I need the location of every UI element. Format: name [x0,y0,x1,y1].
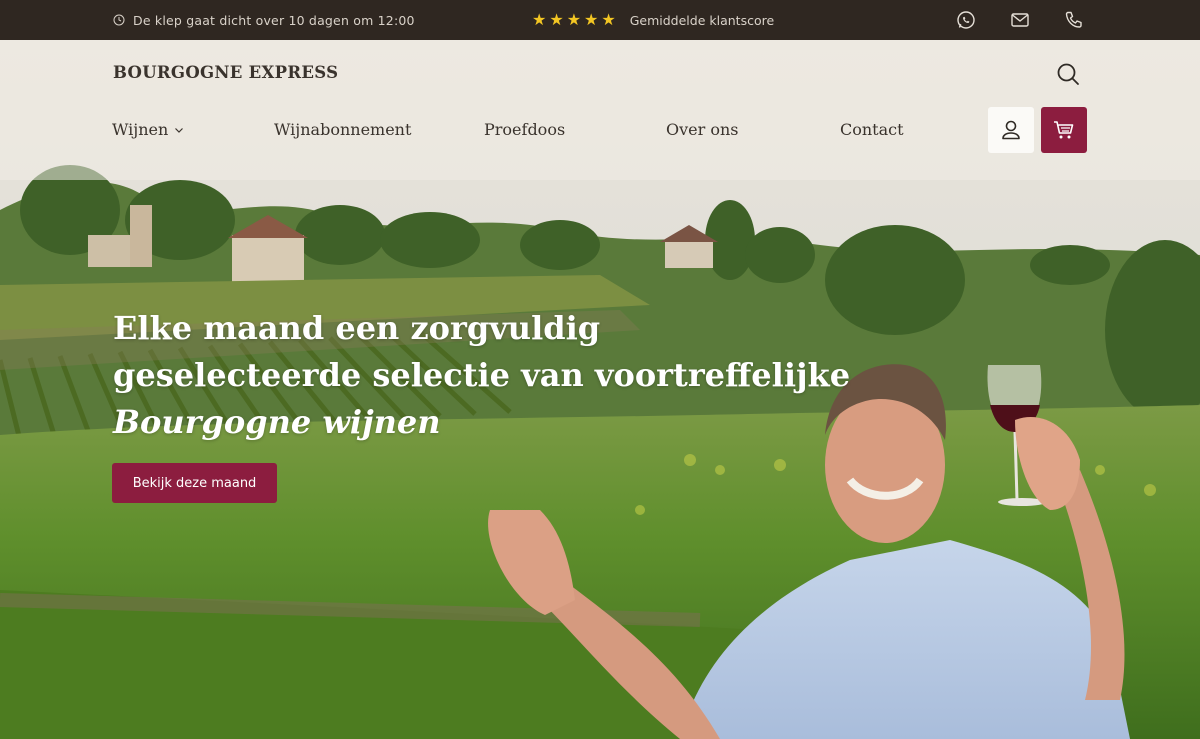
star-icon: ★ [566,10,582,29]
mail-icon[interactable] [1009,9,1031,31]
search-icon[interactable] [1055,61,1081,87]
nav-item-label: Wijnen [112,120,169,139]
rating-stars: ★ ★ ★ ★ ★ [532,12,616,28]
star-icon: ★ [584,10,599,29]
rating-label: Gemiddelde klantscore [629,12,775,28]
nav-item-label: Over ons [666,120,739,139]
nav-item-wijnabonnement[interactable]: Wijnabonnement [274,120,411,139]
top-bar: De klep gaat dicht over 10 dagen om 12:0… [0,0,1200,40]
account-button[interactable] [988,107,1034,153]
cart-icon [1054,121,1074,139]
hero-headline: Elke maand een zorgvuldig geselecteerde … [113,305,851,446]
phone-icon[interactable] [1063,9,1085,31]
nav-item-contact[interactable]: Contact [840,120,904,139]
chevron-down-icon [175,127,184,133]
star-icon: ★ [549,10,564,29]
nav-item-label: Proefdoos [484,120,566,139]
view-this-month-button[interactable]: Bekijk deze maand [112,463,277,503]
hero-headline-line1: Elke maand een zorgvuldig [113,309,601,347]
brand-logo[interactable]: BOURGOGNE EXPRESS [113,63,338,82]
clock-icon [113,14,125,26]
hero-headline-italic: Bourgogne wijnen [113,403,441,441]
rating-summary[interactable]: ★ ★ ★ ★ ★ Gemiddelde klantscore [532,0,774,40]
whatsapp-icon[interactable] [955,9,977,31]
star-icon: ★ [601,10,616,29]
countdown-notice: De klep gaat dicht over 10 dagen om 12:0… [113,0,415,40]
nav-item-over-ons[interactable]: Over ons [666,120,739,139]
nav-item-proefdoos[interactable]: Proefdoos [484,120,565,139]
hero-headline-line2: geselecteerde selectie van voortreffelij… [113,356,851,394]
countdown-text: De klep gaat dicht over 10 dagen om 12:0… [133,12,415,28]
star-icon: ★ [532,10,547,29]
cart-button[interactable] [1041,107,1087,153]
nav-item-label: Wijnabonnement [274,120,412,139]
user-icon [1002,120,1020,140]
nav-item-wijnen[interactable]: Wijnen [112,120,184,139]
nav-item-label: Contact [840,120,904,139]
